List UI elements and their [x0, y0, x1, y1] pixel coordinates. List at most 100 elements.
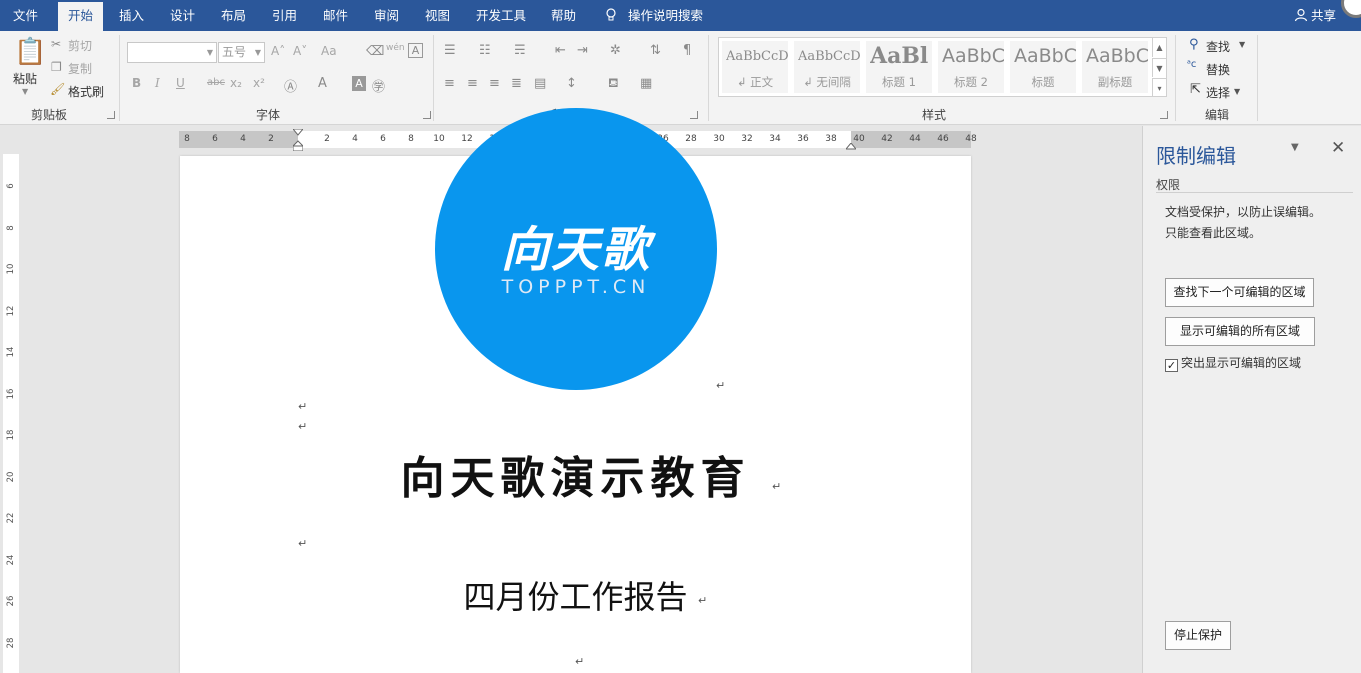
share-button[interactable]: 共享 — [1294, 0, 1336, 31]
vertical-ruler[interactable]: 6 8 10 12 14 16 18 20 22 24 26 28 — [0, 126, 22, 673]
style-normal[interactable]: AaBbCcDd ↲ 正文 — [722, 41, 788, 93]
distributed-icon[interactable]: ▤ — [534, 76, 546, 91]
style-title[interactable]: AaBbC 标题 — [1010, 41, 1076, 93]
paste-icon[interactable]: 📋 — [14, 37, 46, 67]
underline-button[interactable]: U — [176, 76, 185, 90]
tab-home[interactable]: 开始 — [58, 2, 104, 31]
tab-layout[interactable]: 布局 — [211, 0, 256, 31]
align-left-icon[interactable]: ≡ — [444, 76, 455, 91]
find-next-editable-button[interactable]: 查找下一个可编辑的区域 — [1165, 278, 1314, 307]
show-marks-icon[interactable]: ¶ — [683, 43, 691, 58]
multilevel-list-icon[interactable]: ☴ — [514, 43, 526, 58]
indent-marker-icon[interactable] — [291, 128, 305, 152]
style-heading-1[interactable]: AaBl 标题 1 — [866, 41, 932, 93]
text-effects-icon[interactable]: Ⓐ — [284, 76, 297, 95]
tell-me-search[interactable]: 操作说明搜索 — [604, 0, 703, 31]
font-size-combo[interactable]: 五号 ▼ — [218, 42, 265, 63]
tab-design[interactable]: 设计 — [160, 0, 205, 31]
align-right-icon[interactable]: ≡ — [489, 76, 500, 91]
font-name-combo[interactable]: ▼ — [127, 42, 217, 63]
tab-file[interactable]: 文件 — [3, 0, 48, 31]
ruler-tick-label: 28 — [6, 637, 16, 648]
show-all-editable-button[interactable]: 显示可编辑的所有区域 — [1165, 317, 1315, 346]
ruler-tick-label: 12 — [6, 305, 16, 316]
font-size-value: 五号 — [222, 45, 247, 59]
copy-button[interactable]: 复制 — [68, 60, 92, 77]
italic-button[interactable]: I — [155, 76, 160, 90]
tab-insert[interactable]: 插入 — [109, 0, 154, 31]
pane-options-chevron-icon[interactable]: ▼ — [1291, 142, 1299, 153]
ruler-tick-label: 6 — [380, 134, 386, 144]
avatar[interactable] — [1341, 0, 1361, 18]
stop-protection-button[interactable]: 停止保护 — [1165, 621, 1231, 650]
right-indent-marker-icon[interactable] — [844, 140, 858, 150]
enclose-char-icon[interactable]: ㊫ — [372, 76, 385, 95]
find-button[interactable]: 查找 — [1206, 38, 1230, 55]
paragraph-mark: ↵ — [298, 537, 308, 550]
person-icon — [1294, 8, 1308, 22]
gallery-more-icon[interactable]: ▾ — [1152, 78, 1166, 97]
style-subtitle[interactable]: AaBbC 副标题 — [1082, 41, 1148, 93]
bold-button[interactable]: B — [132, 76, 141, 90]
font-launcher-icon[interactable] — [423, 111, 431, 119]
gallery-down-icon[interactable]: ▼ — [1152, 58, 1166, 77]
shading-bucket-icon[interactable]: ⛾ — [608, 76, 619, 93]
numbering-icon[interactable]: ☷ — [479, 43, 491, 58]
strikethrough-button[interactable]: abc — [207, 77, 225, 88]
styles-launcher-icon[interactable] — [1160, 111, 1168, 119]
shrink-font-button[interactable]: A˅ — [293, 44, 307, 58]
gallery-up-icon[interactable]: ▲ — [1152, 38, 1166, 57]
share-label: 共享 — [1311, 8, 1337, 23]
document-page[interactable]: 向天歌 TOPPPT.CN ↵ ↵ ↵ 向天歌演示教育 ↵ ↵ 四月份工作报告 … — [180, 108, 971, 673]
styles-gallery[interactable]: AaBbCcDd ↲ 正文 AaBbCcDd ↲ 无间隔 AaBl 标题 1 A… — [718, 37, 1167, 97]
style-title-name: 标题 — [1031, 75, 1055, 89]
char-shading-icon[interactable]: A — [352, 76, 366, 91]
tab-references[interactable]: 引用 — [262, 0, 307, 31]
select-button[interactable]: 选择 — [1206, 84, 1230, 101]
align-center-icon[interactable]: ≡ — [467, 76, 478, 91]
cut-button[interactable]: 剪切 — [68, 37, 92, 54]
decrease-indent-icon[interactable]: ⇤ — [555, 43, 566, 58]
style-no-spacing[interactable]: AaBbCcDd ↲ 无间隔 — [794, 41, 860, 93]
logo-image: 向天歌 TOPPPT.CN — [435, 108, 717, 390]
tab-mailings[interactable]: 邮件 — [313, 0, 358, 31]
style-no-spacing-sample: AaBbCcDd — [798, 49, 860, 64]
chevron-down-icon[interactable]: ▼ — [1239, 40, 1245, 49]
clipboard-launcher-icon[interactable] — [107, 111, 115, 119]
highlight-color-icon[interactable]: A — [318, 76, 327, 91]
tab-help[interactable]: 帮助 — [541, 0, 586, 31]
ruler-tick-label: 6 — [6, 183, 16, 189]
close-icon[interactable]: ✕ — [1331, 138, 1345, 158]
sort-icon[interactable]: ⇅ — [650, 43, 661, 58]
paragraph-launcher-icon[interactable] — [690, 111, 698, 119]
restrict-editing-pane: 限制编辑 ▼ ✕ 权限 文档受保护，以防止误编辑。 只能查看此区域。 查找下一个… — [1142, 126, 1361, 673]
chevron-down-icon: ▼ — [206, 48, 213, 57]
replace-button[interactable]: 替换 — [1206, 61, 1230, 78]
justify-icon[interactable]: ≣ — [511, 76, 522, 91]
increase-indent-icon[interactable]: ⇥ — [577, 43, 588, 58]
char-border-icon[interactable]: A — [408, 43, 423, 58]
highlight-checkbox[interactable]: ✓ — [1165, 359, 1178, 372]
change-case-button[interactable]: Aa — [321, 44, 337, 58]
style-heading-2[interactable]: AaBbC 标题 2 — [938, 41, 1004, 93]
line-spacing-icon[interactable]: ↕ — [566, 76, 577, 91]
grow-font-button[interactable]: A˄ — [271, 44, 285, 58]
clear-format-icon[interactable]: ⌫ — [366, 44, 384, 59]
phonetic-guide-button[interactable]: wén — [386, 43, 405, 53]
editing-group-label: 编辑 — [1205, 108, 1230, 122]
chevron-down-icon[interactable]: ▼ — [1234, 87, 1240, 96]
superscript-button[interactable]: x² — [253, 76, 265, 90]
tab-review[interactable]: 审阅 — [364, 0, 409, 31]
chevron-down-icon[interactable]: ▼ — [22, 87, 28, 96]
subscript-button[interactable]: x₂ — [230, 76, 242, 90]
paste-button[interactable]: 粘贴 — [13, 70, 37, 87]
tab-view[interactable]: 视图 — [415, 0, 460, 31]
ruler-tick-label: 36 — [797, 134, 809, 144]
borders-icon[interactable]: ▦ — [640, 76, 652, 91]
chinese-layout-icon[interactable]: ✲ — [610, 43, 621, 58]
group-divider — [708, 35, 709, 121]
tab-developer[interactable]: 开发工具 — [466, 0, 536, 31]
format-painter-button[interactable]: 格式刷 — [68, 83, 104, 100]
bullets-icon[interactable]: ☰ — [444, 43, 456, 58]
highlight-editable-option[interactable]: ✓ 突出显示可编辑的区域 — [1165, 354, 1301, 372]
